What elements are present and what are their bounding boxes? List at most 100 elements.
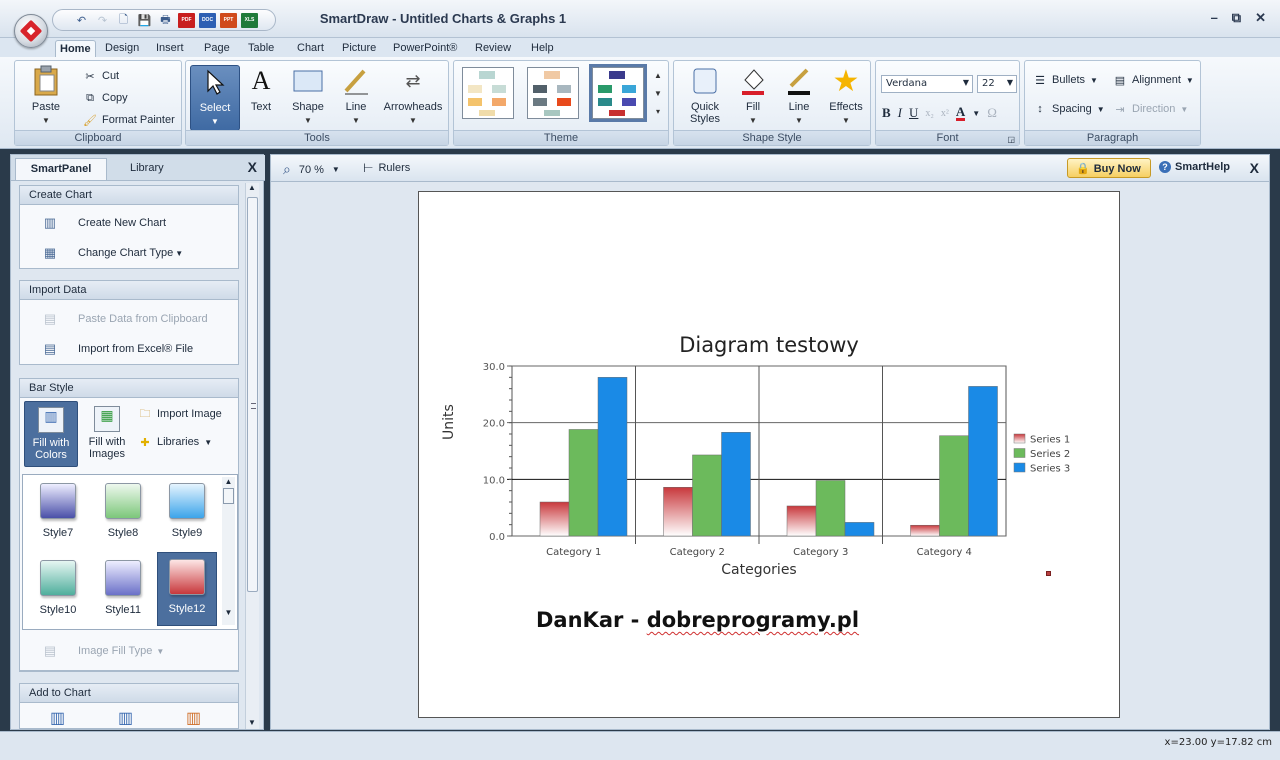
- bullets-button[interactable]: ☰ Bullets ▼: [1033, 73, 1098, 87]
- scroll-up-icon[interactable]: ▲: [248, 183, 256, 192]
- import-excel-button[interactable]: ▤ Import from Excel® File: [42, 341, 193, 357]
- import-image-label: Import Image: [157, 408, 222, 420]
- style-swatch: [40, 560, 76, 596]
- arrowheads-button[interactable]: ⇄ Arrowheads ▼: [382, 65, 444, 126]
- select-tool-button[interactable]: Select ▼: [190, 65, 240, 131]
- add-series-icon[interactable]: ▥: [118, 708, 133, 728]
- effects-button[interactable]: ★ Effects ▼: [824, 65, 868, 126]
- restore-button[interactable]: ⧉: [1232, 10, 1241, 26]
- theme-gallery-scroll[interactable]: ▲ ▼ ▾: [650, 67, 666, 121]
- selection-handle[interactable]: [1046, 571, 1051, 576]
- theme-option-3[interactable]: [589, 64, 647, 122]
- subscript-icon[interactable]: x₂: [925, 108, 934, 119]
- fill-with-colors-button[interactable]: ▥ Fill with Colors: [24, 401, 78, 467]
- fill-button[interactable]: Fill ▼: [734, 65, 772, 125]
- close-canvas-pane-button[interactable]: X: [1250, 160, 1259, 176]
- smartdraw-logo-icon: [19, 19, 43, 43]
- panel-scrollbar[interactable]: ▲ ▼: [245, 183, 259, 729]
- dialog-launcher-icon[interactable]: ◲: [1007, 135, 1015, 144]
- tab-library[interactable]: Library: [130, 158, 164, 180]
- tab-picture[interactable]: Picture: [342, 40, 376, 57]
- paste-button[interactable]: Paste ▼: [21, 65, 71, 125]
- dropdown-arrow-icon[interactable]: ▼: [332, 165, 340, 174]
- minimize-button[interactable]: –: [1211, 10, 1218, 26]
- tab-smartpanel[interactable]: SmartPanel: [15, 158, 107, 180]
- tab-insert[interactable]: Insert: [156, 40, 184, 57]
- superscript-icon[interactable]: x²: [941, 108, 949, 119]
- quick-styles-button[interactable]: Quick Styles: [680, 65, 730, 125]
- tab-help[interactable]: Help: [531, 40, 554, 57]
- style-option-8[interactable]: Style8: [96, 477, 150, 547]
- create-new-chart-button[interactable]: ▥ Create New Chart: [42, 215, 166, 231]
- font-size-select[interactable]: 22 ▼: [977, 75, 1017, 93]
- alignment-button[interactable]: ▤ Alignment ▼: [1113, 73, 1194, 87]
- copy-button[interactable]: ⧉ Copy: [83, 91, 128, 105]
- scroll-down-icon[interactable]: ▼: [222, 608, 235, 617]
- line-tool-button[interactable]: Line ▼: [336, 65, 376, 125]
- tab-design[interactable]: Design: [105, 40, 139, 57]
- theme-option-2[interactable]: [527, 67, 579, 119]
- style-option-7[interactable]: Style7: [31, 477, 85, 547]
- style-option-9[interactable]: Style9: [160, 477, 214, 547]
- bold-button[interactable]: B: [882, 105, 891, 121]
- app-menu-button[interactable]: [14, 14, 48, 48]
- tab-home[interactable]: Home: [55, 40, 96, 57]
- zoom-control[interactable]: ⌕ 70 % ▼: [283, 161, 340, 178]
- smart-panel: SmartPanel Library X Create Chart ▥ Creat…: [10, 154, 265, 730]
- clipboard-group-label: Clipboard: [15, 130, 181, 145]
- change-chart-type-label: Change Chart Type: [78, 247, 174, 259]
- fill-with-images-button[interactable]: ▦ Fill with Images: [80, 401, 134, 467]
- scroll-up-icon[interactable]: ▲: [650, 67, 666, 85]
- libraries-button[interactable]: ✚ Libraries ▼: [138, 435, 212, 449]
- line-color-icon: [783, 65, 815, 97]
- gallery-scrollbar[interactable]: ▲ ▼: [222, 477, 235, 625]
- font-color-button[interactable]: A: [955, 105, 966, 121]
- dropdown-arrow-icon[interactable]: ▼: [972, 109, 980, 118]
- underline-button[interactable]: U: [909, 105, 918, 121]
- style-option-11[interactable]: Style11: [96, 554, 150, 624]
- gallery-more-icon[interactable]: ▾: [650, 103, 666, 121]
- close-button[interactable]: ✕: [1255, 10, 1266, 26]
- scroll-down-icon[interactable]: ▼: [650, 85, 666, 103]
- image-fill-type-button[interactable]: ▤ Image Fill Type ▼: [42, 643, 164, 659]
- new-chart-icon: ▥: [43, 215, 57, 230]
- scroll-thumb[interactable]: [223, 488, 234, 504]
- italic-button[interactable]: I: [898, 105, 902, 121]
- rulers-toggle[interactable]: ⊢ Rulers: [363, 161, 410, 175]
- tab-review[interactable]: Review: [475, 40, 511, 57]
- scroll-thumb[interactable]: [247, 197, 258, 592]
- paste-data-button[interactable]: ▤ Paste Data from Clipboard: [42, 311, 208, 327]
- align-icon: ▤: [1114, 74, 1126, 87]
- add-trend-icon[interactable]: ▥: [186, 708, 201, 728]
- style-option-10[interactable]: Style10: [31, 554, 85, 624]
- shape-tool-button[interactable]: Shape ▼: [286, 65, 330, 125]
- import-image-button[interactable]: 🗀 Import Image: [138, 407, 222, 421]
- canvas-toolbar: ⌕ 70 % ▼ ⊢ Rulers 🔒 Buy Now ? SmartHelp X: [271, 155, 1269, 182]
- smarthelp-button[interactable]: ? SmartHelp: [1159, 161, 1230, 173]
- text-tool-button[interactable]: A Text: [242, 65, 280, 113]
- format-painter-button[interactable]: 🖌 Format Painter: [83, 113, 175, 127]
- status-bar: x=23.00 y=17.82 cm: [0, 731, 1280, 760]
- add-bars-icon[interactable]: ▥: [50, 708, 65, 728]
- bar-style-section: Bar Style ▥ Fill with Colors ▦ Fill with…: [19, 378, 239, 672]
- bar-chart[interactable]: 0.0 10.0 20.0 30.0 Category 1 Category 2 Categ…: [419, 192, 1119, 592]
- spacing-button[interactable]: ↕ Spacing ▼: [1033, 102, 1104, 116]
- change-chart-type-button[interactable]: ▦ Change Chart Type ▼: [42, 245, 183, 261]
- scroll-up-icon[interactable]: ▲: [222, 477, 235, 486]
- cut-button[interactable]: ✂ Cut: [83, 69, 119, 83]
- theme-option-1[interactable]: [462, 67, 514, 119]
- watermark-text[interactable]: DanKar - dobreprogramy.pl: [536, 608, 859, 632]
- close-panel-button[interactable]: X: [248, 159, 257, 175]
- tab-chart[interactable]: Chart: [297, 40, 324, 57]
- tab-table[interactable]: Table: [248, 40, 274, 57]
- drawing-page[interactable]: Diagram testowy Units Categories 0.0 10.0…: [418, 191, 1120, 718]
- buy-now-button[interactable]: 🔒 Buy Now: [1067, 158, 1151, 178]
- tab-page[interactable]: Page: [204, 40, 230, 57]
- tab-powerpoint[interactable]: PowerPoint®: [393, 40, 457, 57]
- scroll-down-icon[interactable]: ▼: [248, 718, 256, 727]
- style-option-12[interactable]: Style12: [157, 552, 217, 626]
- font-family-select[interactable]: Verdana ▼: [881, 75, 973, 93]
- symbol-omega-icon[interactable]: Ω: [987, 105, 997, 121]
- line-style-button[interactable]: Line ▼: [780, 65, 818, 125]
- direction-button[interactable]: ⇥ Direction ▼: [1113, 102, 1188, 116]
